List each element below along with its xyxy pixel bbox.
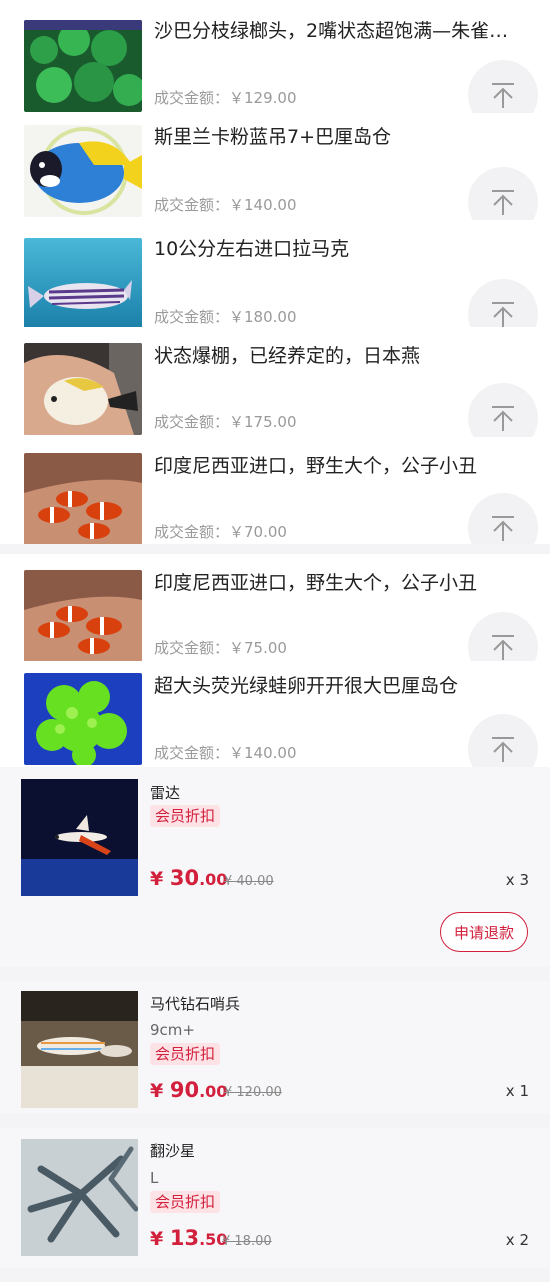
deal-amount: 成交金额：￥70.00 [154, 523, 287, 541]
order-item: 马代钻石哨兵 9cm+ 会员折扣 ¥ 90.00 ¥ 120.00 x 1 [0, 981, 550, 1113]
quantity: x 1 [505, 1082, 529, 1100]
deal-title: 状态爆棚，已经养定的，日本燕 [154, 345, 421, 367]
deal-amount: 成交金额：￥75.00 [154, 639, 287, 657]
currency-symbol: ¥ [150, 868, 170, 890]
product-price: ¥ 13.50 [150, 1226, 227, 1250]
price-integer: 90 [169, 1078, 200, 1102]
deal-thumbnail[interactable] [24, 570, 142, 661]
deal-amount: 成交金额：￥140.00 [154, 744, 297, 762]
deal-item[interactable]: 印度尼西亚进口，野生大个，公子小丑 成交金额：￥75.00 [0, 554, 550, 661]
currency-symbol: ¥ [150, 1080, 170, 1102]
member-discount-badge: 会员折扣 [150, 1043, 221, 1065]
member-discount-badge: 会员折扣 [150, 1191, 221, 1213]
deal-item[interactable]: 沙巴分枝绿榔头，2嘴状态超饱满—朱雀… 成交金额：￥129.00 [0, 0, 550, 113]
original-price: ¥ 18.00 [222, 1234, 272, 1249]
order-item: 翻沙星 L 会员折扣 ¥ 13.50 ¥ 18.00 x 2 [0, 1128, 550, 1268]
currency-symbol: ¥ [150, 1228, 170, 1250]
product-image[interactable] [21, 779, 138, 896]
back-to-top-button[interactable] [468, 493, 538, 544]
deal-title: 印度尼西亚进口，野生大个，公子小丑 [154, 455, 478, 477]
deal-item[interactable]: 状态爆棚，已经养定的，日本燕 成交金额：￥175.00 [0, 327, 550, 437]
deal-item[interactable]: 印度尼西亚进口，野生大个，公子小丑 成交金额：￥70.00 [0, 437, 550, 544]
deal-amount: 成交金额：￥175.00 [154, 413, 297, 431]
deal-thumbnail[interactable] [24, 343, 142, 435]
deal-thumbnail[interactable] [24, 673, 142, 765]
deal-item[interactable]: 10公分左右进口拉马克 成交金额：￥180.00 [0, 220, 550, 327]
deal-title: 沙巴分枝绿榔头，2嘴状态超饱满—朱雀… [154, 20, 509, 42]
request-refund-button[interactable]: 申请退款 [440, 912, 528, 952]
deal-amount: 成交金额：￥129.00 [154, 89, 297, 107]
arrow-up-bar-icon [492, 516, 514, 541]
deal-thumbnail[interactable] [24, 453, 142, 544]
original-price: ¥ 120.00 [224, 1085, 282, 1100]
price-integer: 30 [169, 866, 200, 890]
product-name: 马代钻石哨兵 [150, 995, 241, 1013]
arrow-up-bar-icon [492, 190, 514, 215]
deal-item[interactable]: 斯里兰卡粉蓝吊7+巴厘岛仓 成交金额：￥140.00 [0, 113, 550, 220]
back-to-top-button[interactable] [468, 612, 538, 661]
arrow-up-bar-icon [492, 302, 514, 327]
deal-amount: 成交金额：￥180.00 [154, 308, 297, 326]
arrow-up-bar-icon [492, 83, 514, 108]
back-to-top-button[interactable] [468, 279, 538, 327]
back-to-top-button[interactable] [468, 714, 538, 767]
deal-thumbnail[interactable] [24, 20, 142, 112]
order-item: 雷达 会员折扣 ¥ 30.00 ¥ 40.00 x 3 申请退款 [0, 767, 550, 967]
arrow-up-bar-icon [492, 406, 514, 431]
product-image[interactable] [21, 991, 138, 1108]
deal-title: 印度尼西亚进口，野生大个，公子小丑 [154, 572, 478, 594]
back-to-top-button[interactable] [468, 60, 538, 113]
arrow-up-bar-icon [492, 737, 514, 762]
price-integer: 13 [169, 1226, 200, 1250]
back-to-top-button[interactable] [468, 167, 538, 220]
product-name: 雷达 [150, 784, 181, 802]
back-to-top-button[interactable] [468, 383, 538, 437]
quantity: x 2 [505, 1231, 529, 1249]
member-discount-badge: 会员折扣 [150, 805, 221, 827]
product-name: 翻沙星 [150, 1142, 196, 1160]
product-price: ¥ 30.00 [150, 866, 227, 890]
deal-item[interactable]: 超大头荧光绿蛙卵开开很大巴厘岛仓 成交金额：￥140.00 [0, 661, 550, 767]
page: 沙巴分枝绿榔头，2嘴状态超饱满—朱雀… 成交金额：￥129.00 斯里兰卡粉蓝吊… [0, 0, 550, 1282]
product-price: ¥ 90.00 [150, 1078, 227, 1102]
deal-thumbnail[interactable] [24, 125, 142, 217]
quantity: x 3 [505, 871, 529, 889]
product-spec: 9cm+ [150, 1021, 195, 1039]
original-price: ¥ 40.00 [224, 874, 274, 889]
deal-amount: 成交金额：￥140.00 [154, 196, 297, 214]
product-spec: L [150, 1169, 159, 1187]
deal-title: 斯里兰卡粉蓝吊7+巴厘岛仓 [154, 126, 392, 148]
deal-title: 超大头荧光绿蛙卵开开很大巴厘岛仓 [154, 675, 459, 697]
product-image[interactable] [21, 1139, 138, 1256]
deal-title: 10公分左右进口拉马克 [154, 238, 350, 260]
deal-thumbnail[interactable] [24, 238, 142, 327]
arrow-up-bar-icon [492, 635, 514, 660]
